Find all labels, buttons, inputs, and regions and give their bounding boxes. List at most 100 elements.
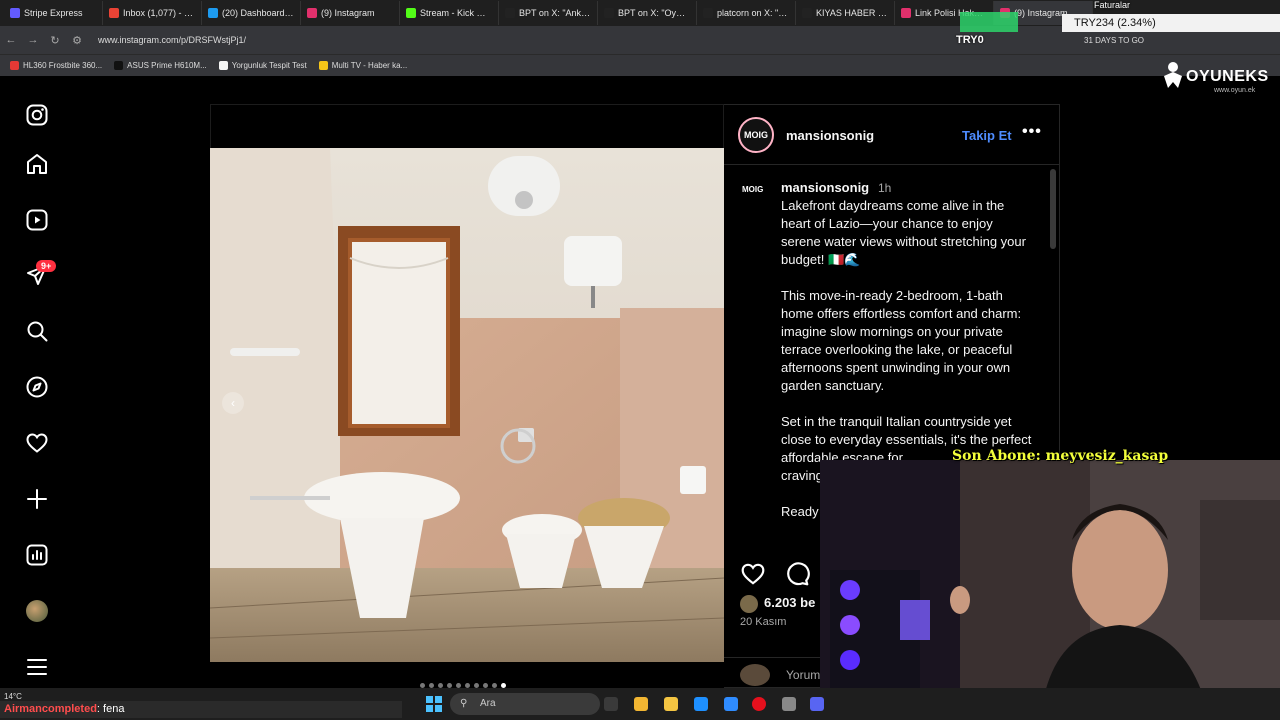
instagram-sidebar: 9+ (0, 76, 72, 688)
taskbar-search-placeholder: Ara (480, 698, 496, 709)
home-icon[interactable] (24, 151, 50, 177)
caption-scrollbar[interactable] (1050, 169, 1056, 249)
bookmark-favicon-icon (114, 61, 124, 70)
tab-label: (9) Instagram (321, 8, 375, 18)
tab-label: (20) Dashboard / Stre (222, 8, 294, 18)
tab-favicon-icon (10, 8, 20, 18)
caption-username[interactable]: mansionsonig (781, 180, 869, 195)
oyuneks-sub: www.oyun.ek (1214, 87, 1256, 94)
bookmarks-bar: HL360 Frostbite 360... ASUS Prime H610M..… (0, 54, 1280, 76)
tab-label: KIYAS HABER on X: "E (816, 8, 888, 18)
taskbar-search[interactable]: ⚲ Ara (450, 693, 600, 715)
tab-favicon-icon (208, 8, 218, 18)
caption-avatar[interactable]: MOIG (742, 185, 770, 205)
more-options-icon[interactable]: ••• (1022, 123, 1042, 141)
oyuneks-logo: OYUNEKS www.oyun.ek (1162, 60, 1280, 98)
bookmark-favicon-icon (318, 61, 328, 70)
taskbar-search-icon: ⚲ (460, 698, 468, 709)
carousel-prev-button[interactable]: ‹ (222, 392, 244, 414)
likes-avatar (740, 595, 758, 613)
browser-tab[interactable]: Stream - Kick Dashbo (400, 1, 499, 25)
post-date: 20 Kasım (740, 616, 787, 628)
tab-favicon-icon (406, 8, 416, 18)
browser-tab[interactable]: BPT on X: "Oyunculu (598, 1, 697, 25)
site-info-icon[interactable]: ⚙ (66, 34, 88, 47)
browser-tab[interactable]: (9) Instagram (301, 1, 400, 25)
overlay-days-to-go: 31 DAYS TO GO (1084, 36, 1145, 45)
post-header: MOIG mansionsonig Takip Et ••• (724, 105, 1060, 165)
comment-input[interactable]: Yorum (786, 668, 820, 682)
likes-count[interactable]: 6.203 be (764, 595, 815, 610)
post-photo[interactable]: ‹ (210, 148, 724, 662)
chat-message: : fena (96, 703, 125, 715)
bookmark-item[interactable]: ASUS Prime H610M... (114, 61, 207, 70)
tab-label: BPT on X: "Ankara'da (519, 8, 591, 18)
last-subscriber-alert: Son Abone: meyvesiz_kasap (952, 448, 1169, 464)
bookmark-favicon-icon (218, 61, 228, 70)
profile-avatar[interactable] (24, 598, 50, 624)
url-field[interactable]: www.instagram.com/p/DRSFWstjPj1/ (98, 35, 246, 45)
bookmark-label: Multi TV - Haber ka... (331, 61, 408, 70)
instagram-logo-icon[interactable] (24, 102, 50, 128)
tab-favicon-icon (307, 8, 317, 18)
screen: Stripe Express Inbox (1,077) - kickta (20)… (0, 0, 1280, 720)
overlay-faturalar-label: Faturalar (1094, 0, 1131, 10)
weather-widget[interactable]: 14°C (4, 692, 22, 701)
bookmark-label: Yorgunluk Tespit Test (231, 61, 307, 70)
store-icon[interactable] (724, 697, 738, 711)
reload-icon[interactable]: ↻ (44, 34, 66, 47)
overlay-ticker: TRY234 (2.34%) (1062, 14, 1280, 32)
tab-label: Inbox (1,077) - kickta (123, 8, 195, 18)
file-explorer-icon[interactable] (664, 697, 678, 711)
browser-tab[interactable]: BPT on X: "Ankara'da (499, 1, 598, 25)
windows-start-icon[interactable] (426, 696, 442, 712)
account-avatar[interactable]: MOIG (738, 117, 774, 153)
overlay-goal-value: TRY0 (956, 34, 984, 46)
tab-favicon-icon (802, 8, 812, 18)
back-icon[interactable]: ← (0, 34, 22, 46)
bookmark-item[interactable]: Multi TV - Haber ka... (318, 61, 408, 70)
create-icon[interactable] (24, 486, 50, 512)
browser-tab[interactable]: KIYAS HABER on X: "E (796, 1, 895, 25)
messages-badge: 9+ (36, 260, 57, 272)
browser-tab[interactable]: platcorn on X: "YouTu (697, 1, 796, 25)
opera-icon[interactable] (752, 697, 766, 711)
follow-button[interactable]: Takip Et (962, 128, 1012, 143)
like-heart-icon[interactable] (740, 561, 766, 592)
more-menu-icon[interactable] (24, 654, 50, 680)
tab-favicon-icon (604, 8, 614, 18)
tab-label: Stripe Express (24, 8, 83, 18)
bathroom-photo (210, 148, 724, 662)
settings-icon[interactable] (782, 697, 796, 711)
tab-favicon-icon (901, 8, 911, 18)
tab-favicon-icon (703, 8, 713, 18)
task-view-icon[interactable] (604, 697, 618, 711)
oyuneks-brand: OYUNEKS (1186, 68, 1269, 85)
dashboard-icon[interactable] (24, 542, 50, 568)
notifications-heart-icon[interactable] (24, 430, 50, 456)
bookmark-item[interactable]: HL360 Frostbite 360... (10, 61, 102, 70)
explore-icon[interactable] (24, 374, 50, 400)
tab-label: BPT on X: "Oyunculu (618, 8, 690, 18)
edge-icon[interactable] (694, 697, 708, 711)
forward-icon[interactable]: → (22, 34, 44, 46)
bookmark-item[interactable]: Yorgunluk Tespit Test (218, 61, 307, 70)
reels-icon[interactable] (24, 207, 50, 233)
comment-bubble-icon[interactable] (784, 561, 810, 592)
stream-chat-line: Airmancompleted: fena (0, 701, 402, 718)
bookmark-label: HL360 Frostbite 360... (23, 61, 103, 70)
search-icon[interactable] (24, 318, 50, 344)
profile-avatar-image (26, 600, 48, 622)
post-username[interactable]: mansionsonig (786, 128, 874, 143)
webcam-feed (820, 460, 1280, 720)
copilot-icon[interactable] (634, 697, 648, 711)
discord-icon[interactable] (810, 697, 824, 711)
browser-tab[interactable]: Inbox (1,077) - kickta (103, 1, 202, 25)
overlay-progress-bar (960, 12, 1018, 32)
browser-tab[interactable]: Stripe Express (4, 1, 103, 25)
browser-tab[interactable]: (20) Dashboard / Stre (202, 1, 301, 25)
tab-label: Stream - Kick Dashbo (420, 8, 492, 18)
streamer-webcam (820, 460, 1280, 720)
post-actions (740, 561, 810, 592)
chat-username: Airmancompleted (4, 703, 97, 715)
